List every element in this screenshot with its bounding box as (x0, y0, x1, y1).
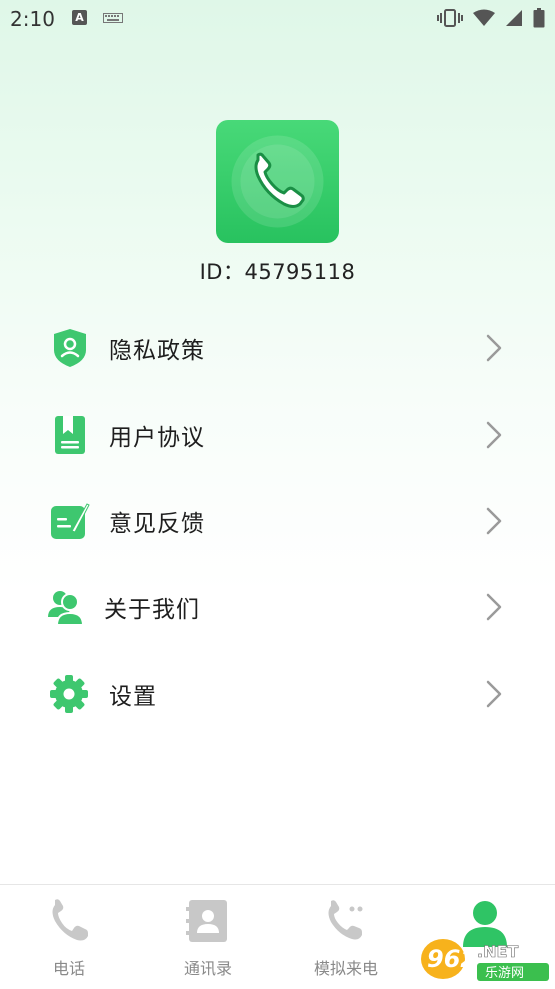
menu-item-about-us[interactable]: 关于我们 (0, 572, 555, 642)
users-icon (46, 587, 86, 627)
tab-label: 模拟来电 (313, 959, 378, 978)
bottom-tab-bar: 电话 通讯录 模拟来电 962 .NET 乐游网 (0, 884, 555, 989)
tab-label: 电话 (52, 959, 85, 978)
gear-icon (49, 674, 89, 714)
incoming-call-icon (328, 900, 363, 940)
contacts-icon (186, 900, 227, 942)
menu-item-settings[interactable]: 设置 (0, 659, 555, 729)
menu-item-label: 用户协议 (109, 425, 205, 451)
menu-item-user-agreement[interactable]: 用户协议 (0, 400, 555, 470)
bookmark-document-icon (50, 415, 90, 455)
menu-item-label: 意见反馈 (109, 511, 205, 537)
battery-icon (533, 8, 545, 28)
tab-contacts[interactable]: 通讯录 (139, 885, 277, 989)
tab-simulated-call[interactable]: 模拟来电 (277, 885, 415, 989)
status-time: 2:10 (10, 7, 55, 31)
a-notification-icon: A (72, 10, 87, 25)
watermark-logo: 962 .NET 乐游网 (421, 939, 549, 981)
vibrate-icon (437, 9, 463, 27)
tab-label: 通讯录 (183, 959, 232, 978)
menu-item-privacy-policy[interactable]: 隐私政策 (0, 313, 555, 383)
app-logo (216, 120, 339, 243)
watermark-suffix: .NET (477, 942, 518, 961)
watermark-site: 乐游网 (485, 966, 524, 981)
phone-icon (52, 899, 88, 941)
menu-item-label: 隐私政策 (109, 338, 205, 364)
signal-icon (506, 10, 522, 26)
tab-phone[interactable]: 电话 (0, 885, 138, 989)
user-id: ID：45795118 (199, 260, 356, 284)
menu-item-label: 关于我们 (104, 597, 200, 623)
status-icons (437, 8, 545, 28)
chevron-right-icon (486, 593, 502, 621)
chevron-right-icon (486, 680, 502, 708)
shield-user-icon (50, 328, 90, 368)
keyboard-icon (103, 13, 123, 23)
menu-item-feedback[interactable]: 意见反馈 (0, 486, 555, 556)
chevron-right-icon (486, 507, 502, 535)
wifi-icon (473, 9, 495, 26)
feedback-edit-icon (50, 501, 90, 541)
site-watermark: 962 .NET 乐游网 (419, 933, 551, 985)
chevron-right-icon (486, 421, 502, 449)
status-bar: 2:10 A (0, 0, 555, 38)
menu-item-label: 设置 (109, 684, 157, 710)
chevron-right-icon (486, 334, 502, 362)
phone-logo-icon (231, 135, 324, 228)
watermark-number: 962 (427, 945, 477, 973)
